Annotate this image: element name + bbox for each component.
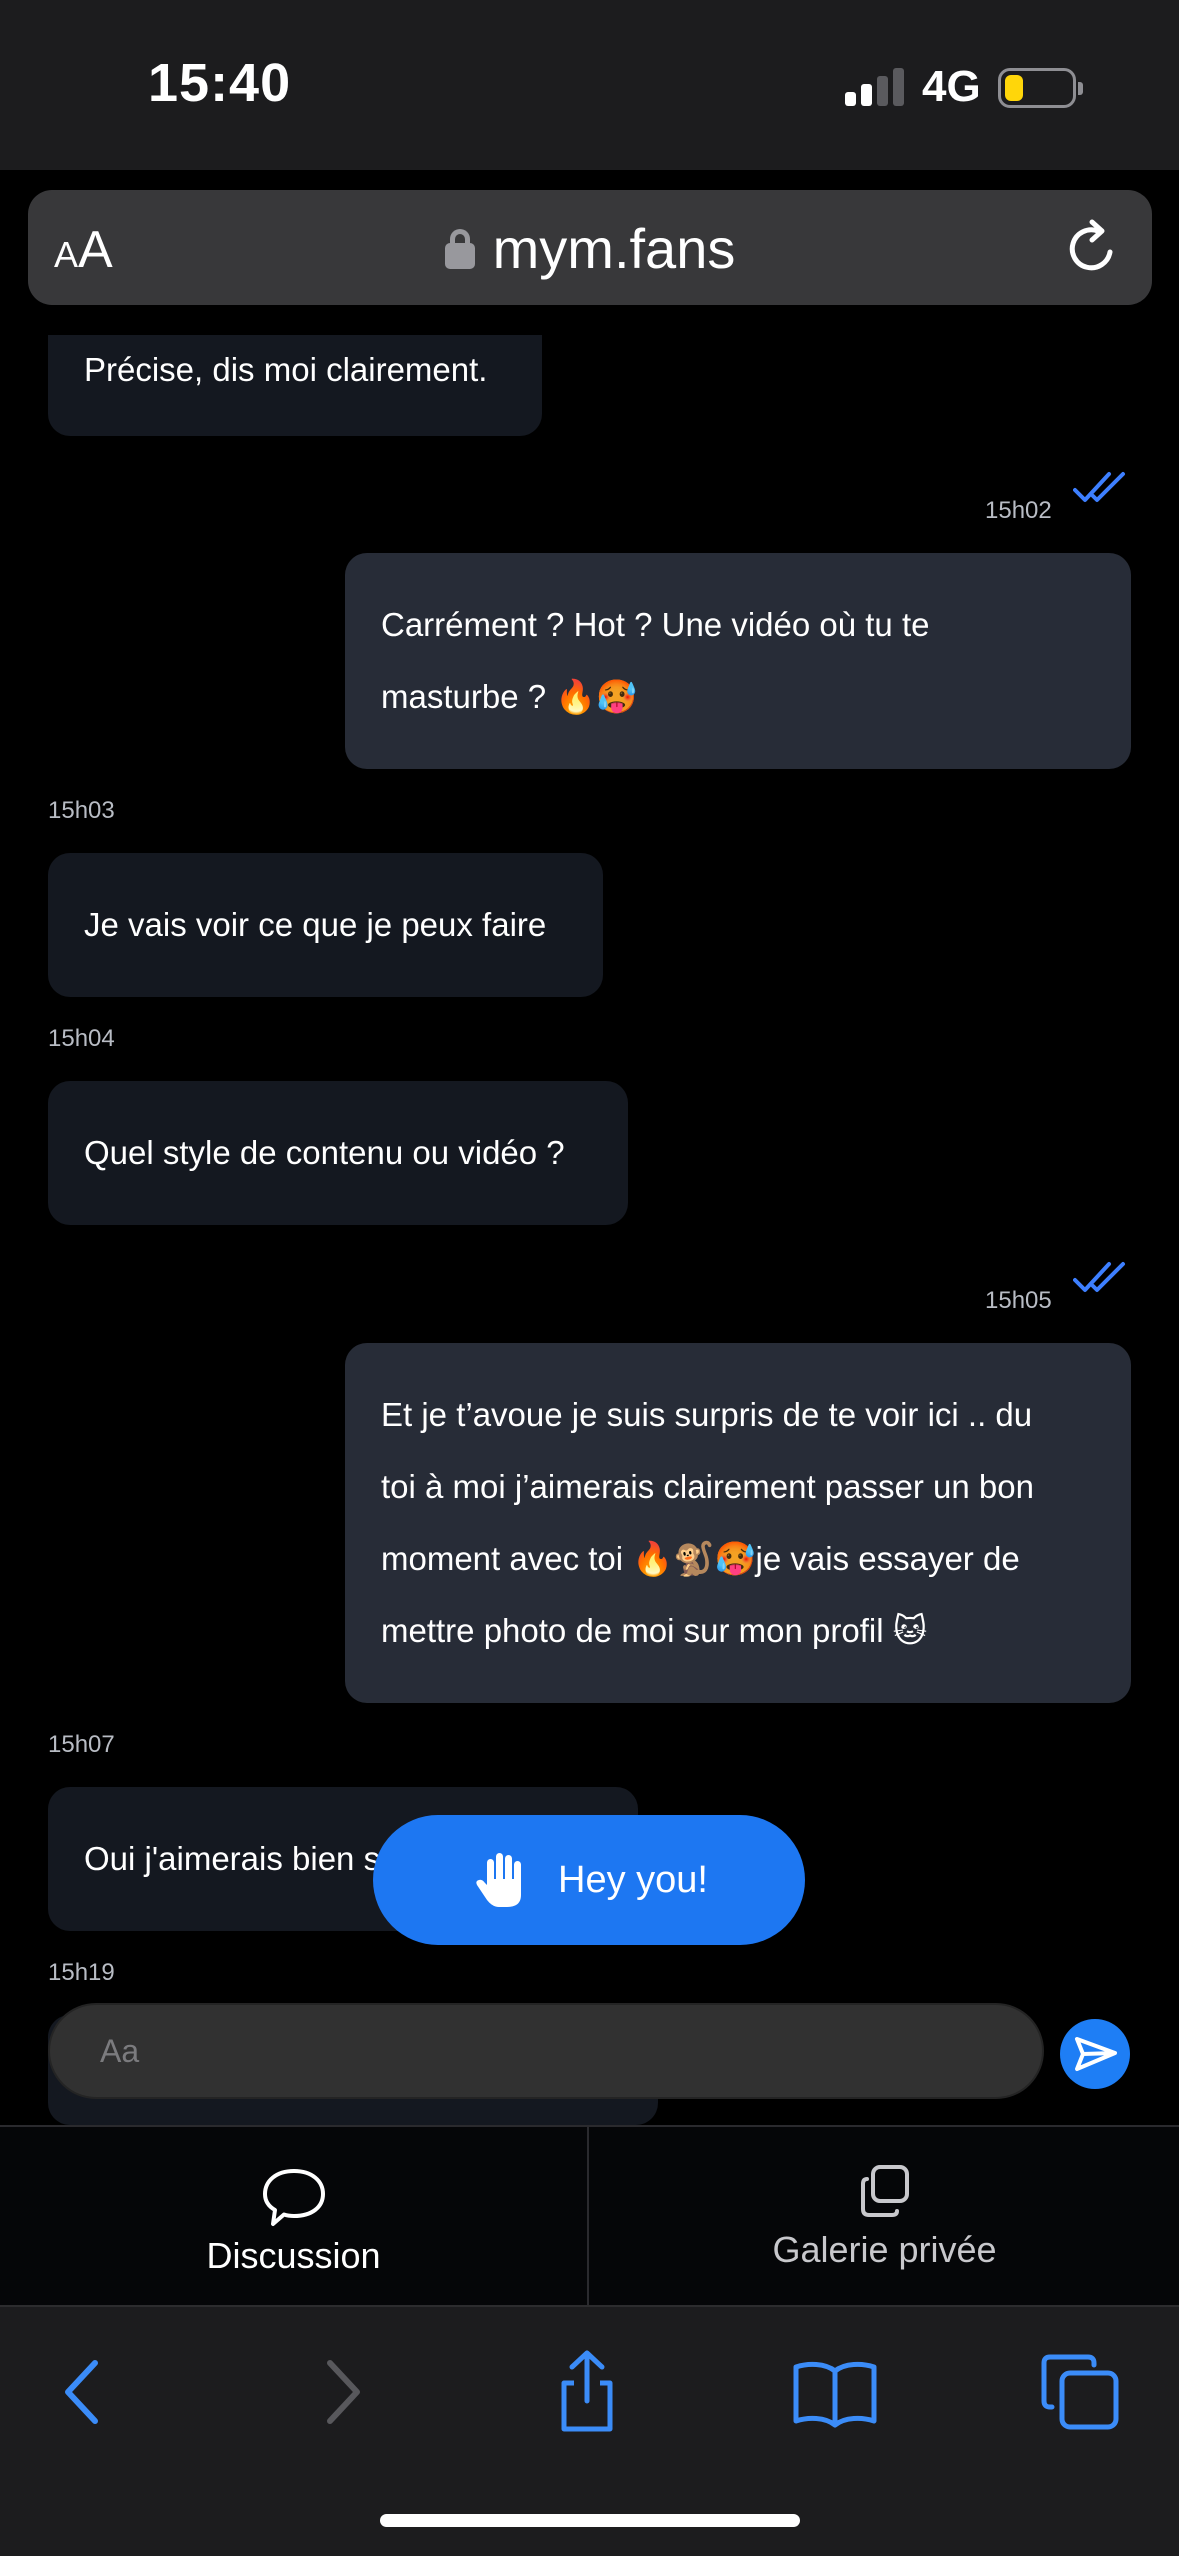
url-text: mym.fans [492,217,736,280]
status-bar: 15:40 4G [0,0,1179,170]
bottom-tabs: Discussion Galerie privée [0,2125,1179,2305]
tabs-icon[interactable] [1036,2347,1126,2437]
battery-icon [998,68,1083,108]
message-input[interactable] [50,2005,1042,2097]
lock-icon [444,229,475,270]
tab-label: Galerie privée [772,2229,997,2270]
read-receipt-icon [1073,1262,1125,1292]
gallery-icon [860,2165,909,2217]
message-timestamp: 15h02 [985,497,1052,524]
message-timestamp: 15h04 [48,1025,115,1052]
tab-galerie-privee[interactable]: Galerie privée [590,2127,1179,2305]
message-timestamp: 15h05 [985,1287,1052,1314]
message-outgoing: Carrément ? Hot ? Une vidéo où tu te mas… [345,553,1131,769]
share-icon[interactable] [542,2347,632,2437]
home-indicator [380,2514,800,2527]
message-timestamp: 15h03 [48,797,115,824]
tab-label: Discussion [206,2235,381,2276]
message-timestamp: 15h19 [48,1959,115,1986]
back-icon[interactable] [40,2347,130,2437]
message-incoming: Précise, dis moi clairement. [48,335,542,436]
message-outgoing: Et je t’avoue je suis surpris de te voir… [345,1343,1131,1703]
forward-icon[interactable] [295,2347,385,2437]
network-type: 4G [922,62,981,111]
send-button[interactable] [1060,2019,1130,2089]
cellular-signal-icon [845,68,905,106]
speech-bubble-icon [262,2169,325,2226]
status-time: 15:40 [148,53,292,113]
message-timestamp: 15h07 [48,1731,115,1758]
tab-discussion[interactable]: Discussion [0,2127,589,2305]
bookmarks-icon[interactable] [790,2347,880,2437]
reload-icon[interactable] [1062,218,1122,278]
url-display[interactable]: mym.fans [28,216,1152,281]
message-incoming: Je vais voir ce que je peux faire [48,853,603,997]
read-receipt-icon [1073,472,1125,502]
hey-you-toast[interactable]: Hey you! [373,1815,805,1945]
message-input-wrapper[interactable] [48,2003,1044,2099]
waving-hand-icon [476,1853,521,1907]
message-incoming: Quel style de contenu ou vidéo ? [48,1081,628,1225]
address-bar[interactable]: AA mym.fans [28,190,1152,305]
send-icon [1075,2037,1117,2071]
toast-label: Hey you! [558,1859,708,1901]
